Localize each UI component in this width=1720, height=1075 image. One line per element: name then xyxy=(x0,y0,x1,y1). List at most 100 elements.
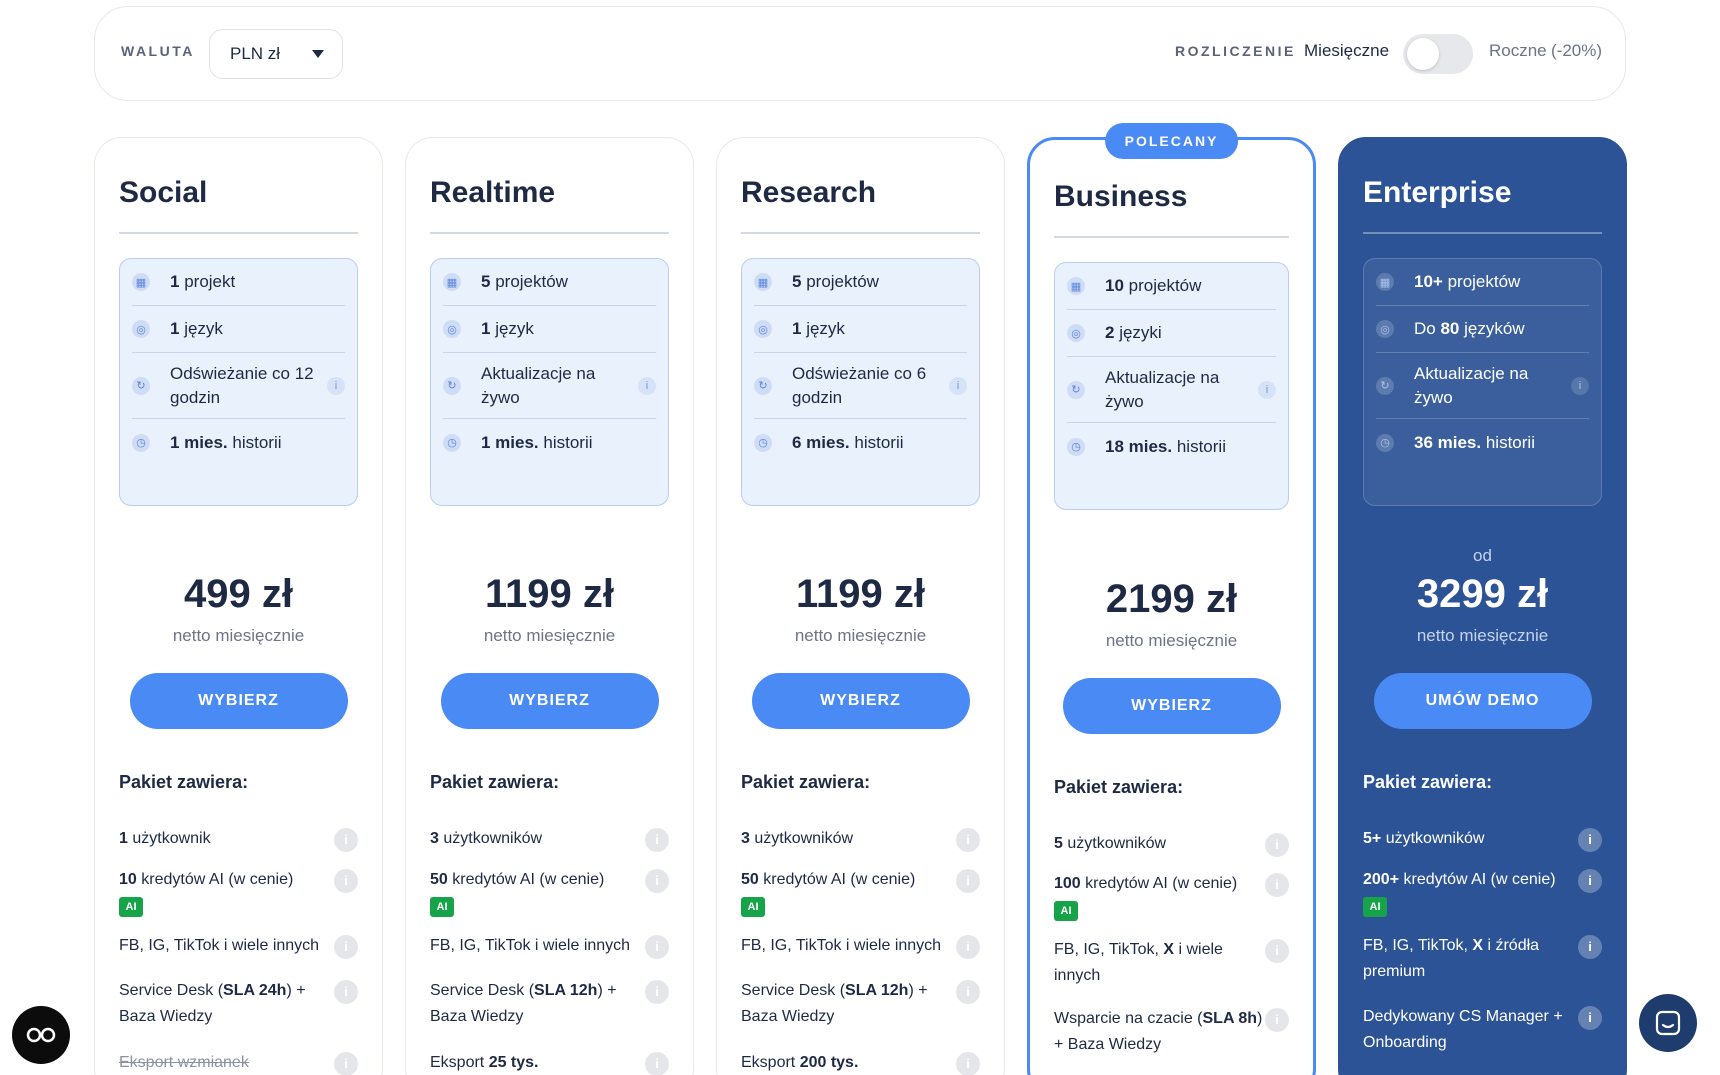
price-note: netto miesięcznie xyxy=(1416,626,1549,645)
feature-export: Eksport 200 tys. i xyxy=(741,1050,980,1075)
info-icon[interactable]: i xyxy=(1265,833,1289,857)
feature-export: Eksport 25 tys. i xyxy=(430,1050,669,1075)
included-title: Pakiet zawiera: xyxy=(741,772,871,792)
spec-history: ◷ 36 mies. historii xyxy=(1376,419,1589,466)
spec-languages: ◎ 1 język xyxy=(443,306,656,353)
document-icon: ▦ xyxy=(132,273,150,291)
feature-support: Dedykowany CS Manager + Onboarding i xyxy=(1363,1004,1602,1056)
info-icon[interactable]: i xyxy=(949,376,967,395)
ai-badge: AI xyxy=(741,897,765,917)
feature-export: Eksport wzmianek i xyxy=(119,1050,358,1075)
accessibility-button[interactable] xyxy=(12,1006,70,1064)
included-title: Pakiet zawiera: xyxy=(1054,777,1184,797)
spec-refresh: ↻ Aktualizacje na żywo i xyxy=(443,353,656,419)
info-icon[interactable]: i xyxy=(956,828,980,852)
plan-name: Business xyxy=(1054,180,1188,213)
price-note: netto miesięcznie xyxy=(483,626,616,645)
plan-card-business: POLECANY Business ▦ 10 projektów ◎ 2 jęz… xyxy=(1027,123,1316,1075)
clock-icon: ◷ xyxy=(443,433,461,452)
plan-price: 1199 zł xyxy=(484,572,614,616)
info-icon[interactable]: i xyxy=(956,1052,980,1075)
info-icon[interactable]: i xyxy=(1265,939,1289,963)
plan-card-enterprise: Enterprise ▦ 10+ projektów ◎ Do 80 język… xyxy=(1338,137,1627,1075)
plan-specs: ▦ 5 projektów ◎ 1 język ↻ Odświeżanie co… xyxy=(741,258,980,506)
ai-badge: AI xyxy=(1054,901,1078,921)
info-icon[interactable]: i xyxy=(645,935,669,959)
clock-icon: ◷ xyxy=(754,433,772,452)
refresh-icon: ↻ xyxy=(132,376,150,395)
billing-monthly-option[interactable]: Miesięczne xyxy=(1304,41,1389,61)
info-icon[interactable]: i xyxy=(1578,1006,1602,1030)
chat-button[interactable] xyxy=(1639,994,1697,1052)
billing-yearly-option[interactable]: Roczne xyxy=(1489,41,1547,61)
spec-refresh: ↻ Odświeżanie co 6 godzin i xyxy=(754,353,967,419)
spec-languages: ◎ Do 80 języków xyxy=(1376,306,1589,353)
spec-languages: ◎ 2 języki xyxy=(1067,310,1276,357)
info-icon[interactable]: i xyxy=(956,980,980,1004)
document-icon: ▦ xyxy=(1067,277,1085,295)
spec-projects: ▦ 10+ projektów xyxy=(1376,259,1589,306)
info-icon[interactable]: i xyxy=(1265,1008,1289,1032)
divider xyxy=(119,232,358,234)
spec-projects: ▦ 10 projektów xyxy=(1067,263,1276,310)
book-demo-button[interactable]: UMÓW DEMO xyxy=(1373,673,1592,729)
info-icon[interactable]: i xyxy=(645,1052,669,1075)
plan-name: Enterprise xyxy=(1363,176,1512,209)
plan-name: Social xyxy=(119,176,208,209)
divider xyxy=(430,232,669,234)
feature-support: Service Desk (SLA 12h) + Baza Wiedzy i xyxy=(430,978,669,1030)
clock-icon: ◷ xyxy=(1376,433,1394,452)
billing-toggle[interactable] xyxy=(1403,34,1473,74)
select-plan-button[interactable]: WYBIERZ xyxy=(129,673,348,729)
globe-icon: ◎ xyxy=(132,320,150,338)
info-icon[interactable]: i xyxy=(645,869,669,893)
spec-languages: ◎ 1 język xyxy=(132,306,345,353)
info-icon[interactable]: i xyxy=(1571,376,1589,395)
spec-history: ◷ 18 mies. historii xyxy=(1067,423,1276,470)
info-icon[interactable]: i xyxy=(327,376,345,395)
info-icon[interactable]: i xyxy=(334,869,358,893)
info-icon[interactable]: i xyxy=(956,869,980,893)
glasses-icon xyxy=(26,1027,56,1043)
spec-projects: ▦ 1 projekt xyxy=(132,259,345,306)
plan-price: 2199 zł xyxy=(1105,577,1238,621)
spec-refresh: ↻ Aktualizacje na żywo i xyxy=(1376,353,1589,419)
spec-languages: ◎ 1 język xyxy=(754,306,967,353)
info-icon[interactable]: i xyxy=(645,980,669,1004)
spec-history: ◷ 1 mies. historii xyxy=(443,419,656,466)
globe-icon: ◎ xyxy=(443,320,461,338)
info-icon[interactable]: i xyxy=(1578,935,1602,959)
info-icon[interactable]: i xyxy=(334,935,358,959)
currency-select[interactable]: PLN zł xyxy=(209,29,343,79)
info-icon[interactable]: i xyxy=(1258,380,1276,399)
refresh-icon: ↻ xyxy=(443,376,461,395)
info-icon[interactable]: i xyxy=(334,980,358,1004)
spec-projects: ▦ 5 projektów xyxy=(443,259,656,306)
info-icon[interactable]: i xyxy=(1578,869,1602,893)
plan-price: 3299 zł xyxy=(1416,572,1549,616)
currency-label: WALUTA xyxy=(121,43,195,59)
info-icon[interactable]: i xyxy=(334,828,358,852)
plan-name: Realtime xyxy=(430,176,556,209)
included-title: Pakiet zawiera: xyxy=(119,772,249,792)
select-plan-button[interactable]: WYBIERZ xyxy=(440,673,659,729)
spec-projects: ▦ 5 projektów xyxy=(754,259,967,306)
info-icon[interactable]: i xyxy=(645,828,669,852)
included-title: Pakiet zawiera: xyxy=(430,772,560,792)
feature-sources: FB, IG, TikTok i wiele innych i xyxy=(119,933,358,959)
divider xyxy=(1054,236,1289,238)
spec-history: ◷ 6 mies. historii xyxy=(754,419,967,466)
select-plan-button[interactable]: WYBIERZ xyxy=(1062,678,1281,734)
info-icon[interactable]: i xyxy=(956,935,980,959)
plan-specs: ▦ 10 projektów ◎ 2 języki ↻ Aktualizacje… xyxy=(1054,262,1289,510)
settings-bar: WALUTA PLN zł ROZLICZENIE Miesięczne Roc… xyxy=(94,6,1626,101)
plan-price: 499 zł xyxy=(184,572,293,616)
info-icon[interactable]: i xyxy=(1265,873,1289,897)
select-plan-button[interactable]: WYBIERZ xyxy=(751,673,970,729)
billing-discount: (-20%) xyxy=(1551,41,1603,60)
info-icon[interactable]: i xyxy=(638,376,656,395)
feature-sources: FB, IG, TikTok i wiele innych i xyxy=(741,933,980,959)
price-prefix: od xyxy=(1473,546,1492,565)
info-icon[interactable]: i xyxy=(334,1052,358,1075)
info-icon[interactable]: i xyxy=(1578,828,1602,852)
